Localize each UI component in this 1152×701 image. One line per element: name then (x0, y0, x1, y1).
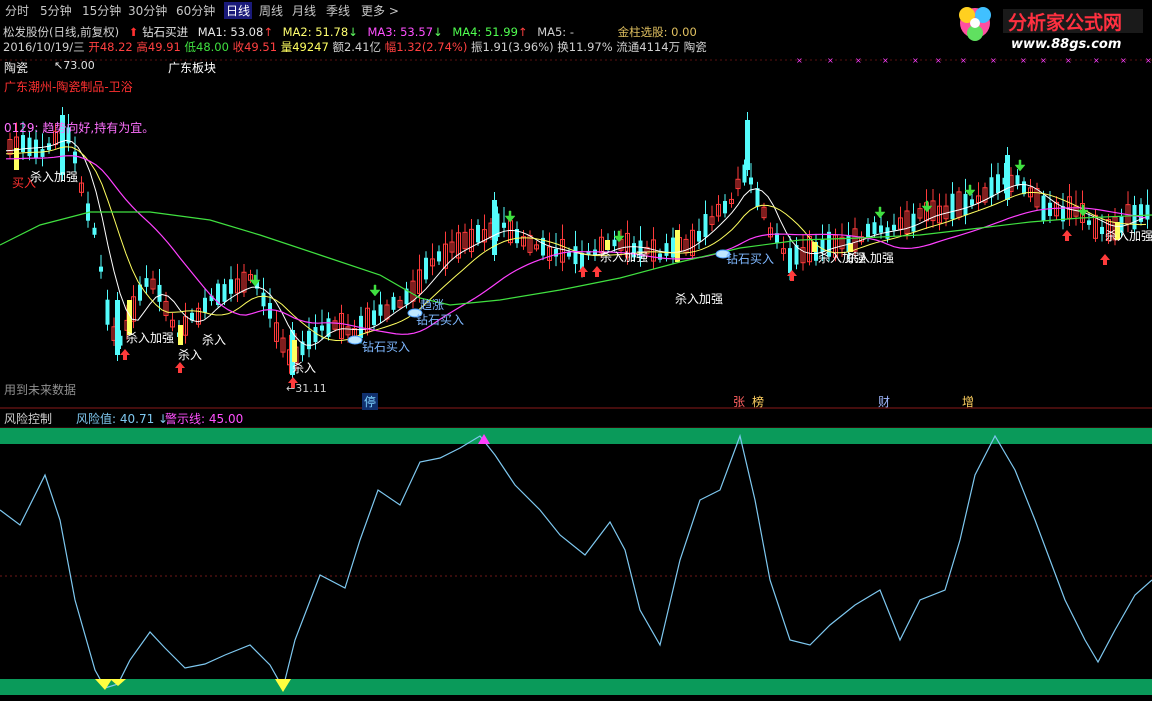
low-price-marker: ←31.11 (286, 382, 327, 395)
lower-band (0, 679, 1152, 695)
price-chart: × × × × × × × × × × × × × × (0, 56, 1152, 695)
kill-signal-label: 杀入 (202, 333, 227, 347)
event-tag-0: 停 (362, 393, 379, 410)
svg-text:×: × (855, 56, 862, 65)
svg-text:×: × (1120, 56, 1127, 65)
add-signal-label: 杀入加强 (30, 170, 79, 184)
svg-text:×: × (912, 56, 919, 65)
event-tag-3: 财 (878, 395, 891, 409)
event-tag-1: 张 (733, 395, 746, 409)
svg-text:×: × (960, 56, 967, 65)
event-tag-2: 榜 (752, 395, 765, 409)
svg-text:×: × (1093, 56, 1100, 65)
candlesticks (7, 107, 1150, 381)
diamond-buy-label: 钻石买入 (416, 313, 465, 327)
rise-signal-label: 趋涨 (420, 298, 445, 312)
future-data-note: 用到未来数据 (4, 383, 77, 397)
svg-text:×: × (1020, 56, 1027, 65)
risk-fill (95, 434, 490, 692)
add-signal-label: 杀入加强 (846, 251, 895, 265)
add-signal-label: 杀入加强 (126, 331, 175, 345)
diamond-buy-label: 钻石买入 (726, 252, 775, 266)
board-label: 广东板块 (168, 61, 217, 75)
upper-band (0, 428, 1152, 444)
svg-text:×: × (935, 56, 942, 65)
high-price-marker: ↖73.00 (54, 59, 95, 72)
svg-text:×: × (882, 56, 889, 65)
add-signal-label: 杀入加强 (1105, 229, 1152, 243)
kill-signal-label: 杀入 (292, 361, 317, 375)
kill-signal-label: 杀入 (178, 348, 203, 362)
add-signal-label: 杀入加强 (600, 250, 649, 264)
add-signal-label: 杀入加强 (675, 292, 724, 306)
svg-text:×: × (1145, 56, 1152, 65)
svg-text:×: × (1040, 56, 1047, 65)
warn-line-value: 警示线: 45.00 (165, 412, 244, 426)
event-tag-4: 增 (962, 395, 975, 409)
sector-tag: 陶瓷 (4, 61, 29, 75)
svg-text:×: × (796, 56, 803, 65)
svg-text:×: × (990, 56, 997, 65)
region-label: 广东潮州-陶瓷制品-卫浴 (4, 80, 133, 94)
diamond-buy-label: 钻石买入 (362, 340, 411, 354)
svg-text:×: × (1065, 56, 1072, 65)
risk-value: 风险值: 40.71 ↓ (76, 412, 169, 426)
risk-panel-title: 风险控制 (4, 412, 53, 426)
trend-comment: 0129: 趋势向好,持有为宜。 (4, 121, 155, 135)
risk-line (0, 433, 1152, 690)
svg-text:×: × (827, 56, 834, 65)
